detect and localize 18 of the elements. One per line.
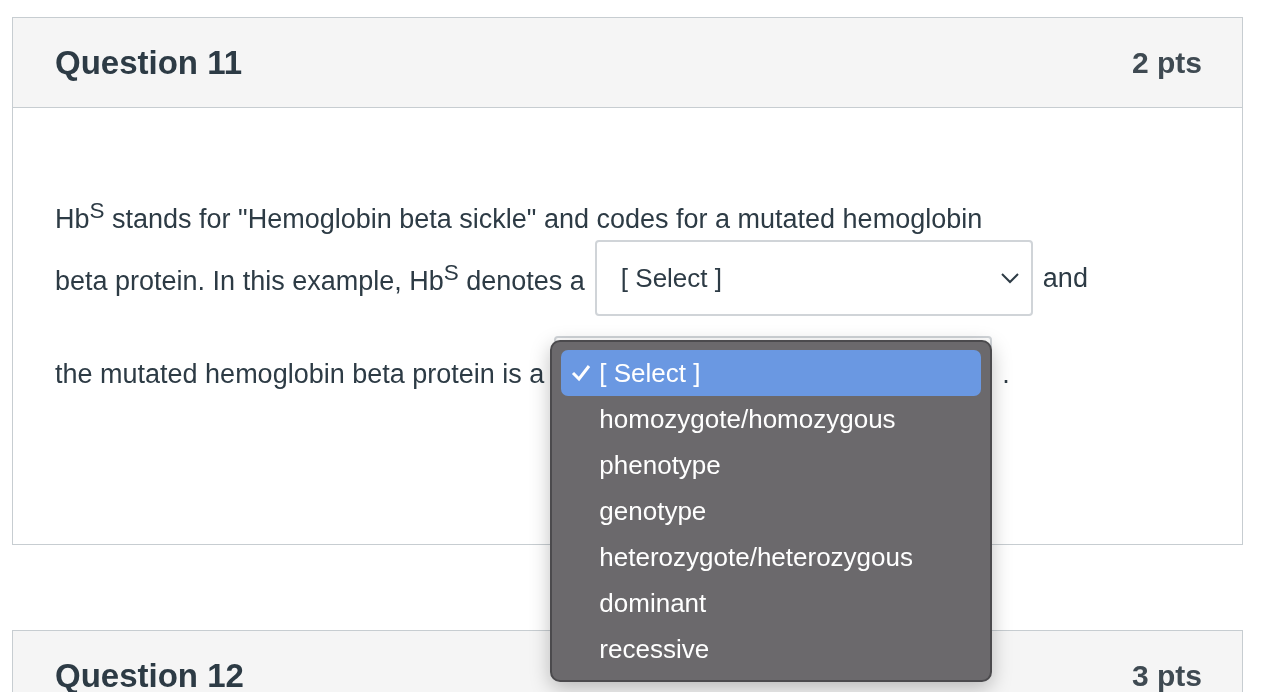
question-text: and (1042, 262, 1088, 294)
dropdown-option[interactable]: recessive (561, 626, 982, 672)
dropdown-option[interactable]: phenotype (561, 442, 982, 488)
dropdown-option[interactable]: [ Select ] (561, 350, 982, 396)
dropdown-option[interactable]: genotype (561, 488, 982, 534)
question-text: beta protein. In this example, Hb$^{S}$ denotes a (55, 259, 585, 297)
dropdown-option[interactable]: heterozygote/heterozygous (561, 534, 982, 580)
question-text: . (1002, 358, 1010, 390)
dropdown-option[interactable]: homozygote/homozygous (561, 396, 982, 442)
check-icon (571, 364, 592, 382)
dropdown-option[interactable]: dominant (561, 580, 982, 626)
dropdown-select[interactable]: [ Select ] (594, 240, 1033, 316)
question-text: the mutated hemoglobin beta protein is a (55, 358, 545, 390)
question-points: 2 pts (1131, 45, 1202, 80)
chevron-down-icon (1000, 272, 1019, 284)
question-title: Question 11 (55, 43, 243, 82)
question-points: 3 pts (1131, 658, 1202, 692)
question-text: Hb$^{S}$ stands for "Hemoglobin beta sickle" and codes for a mutated hemoglobin (55, 197, 983, 235)
